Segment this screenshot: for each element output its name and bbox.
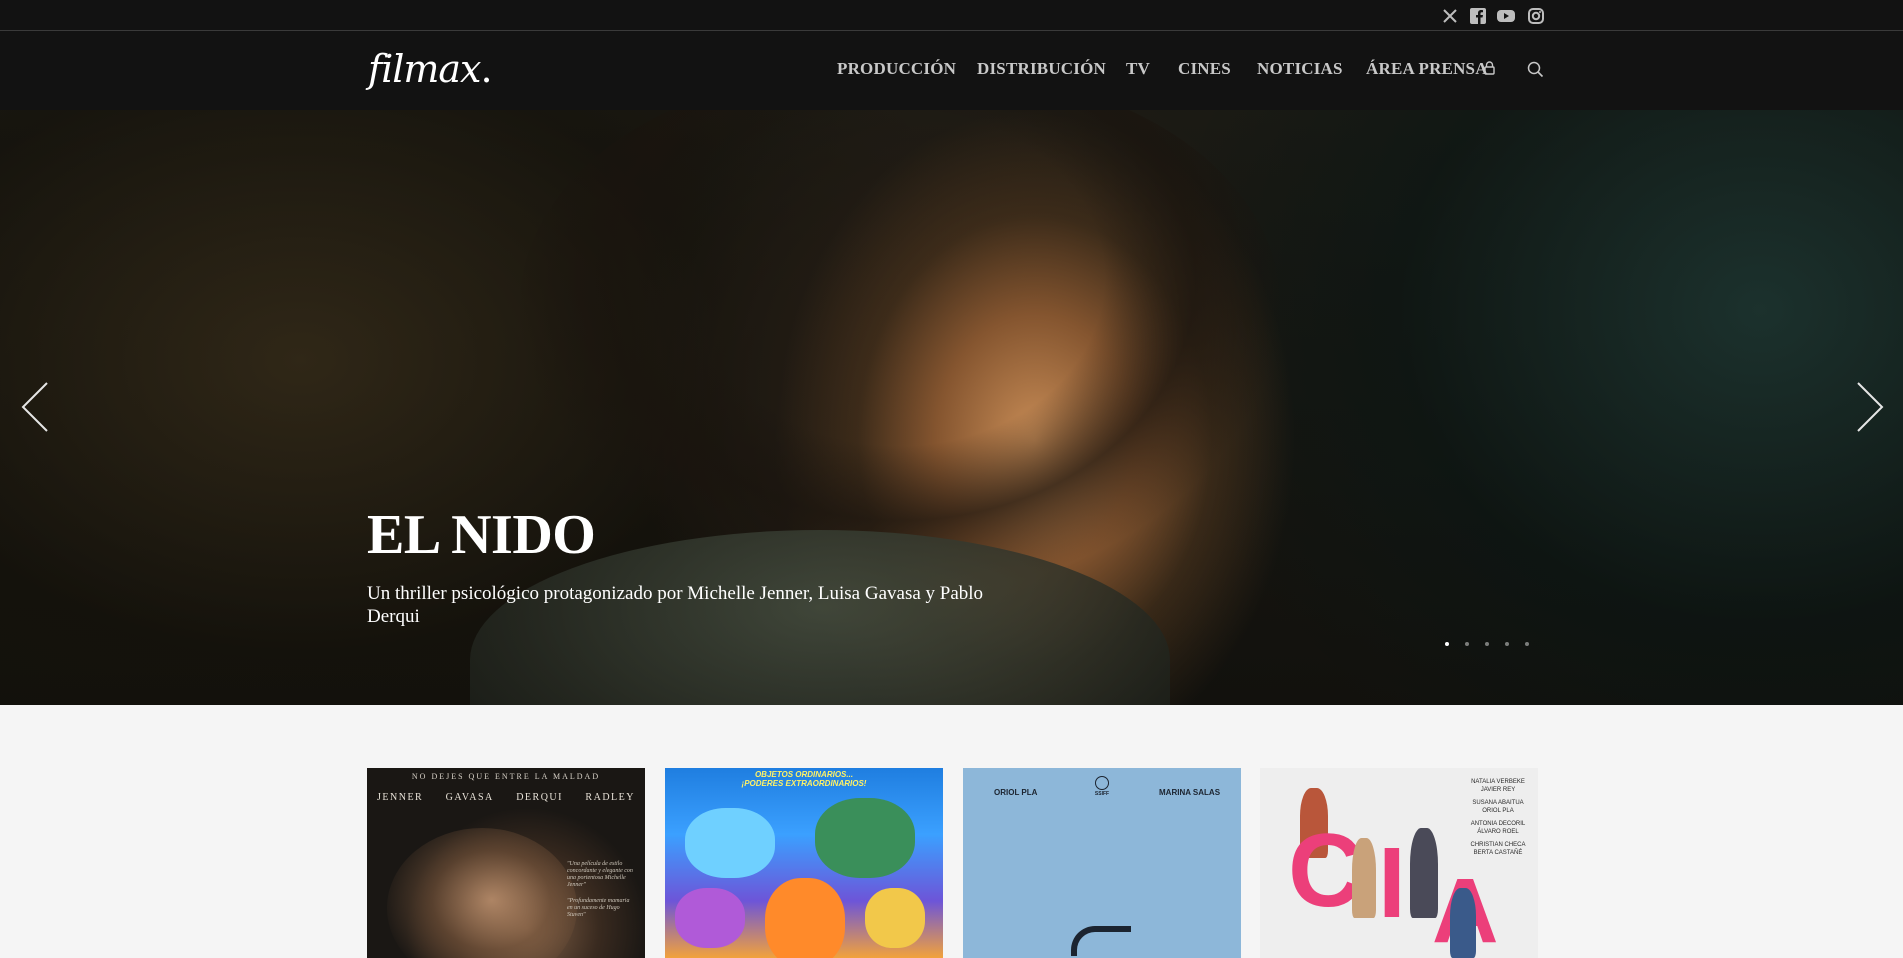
poster-cast-name: RADLEY bbox=[585, 792, 635, 803]
nav-item-tv[interactable]: TV bbox=[1126, 59, 1150, 79]
hero-subtitle: Un thriller psicológico protagonizado po… bbox=[367, 583, 984, 627]
lock-icon bbox=[1484, 61, 1495, 80]
poster-tagline: OBJETOS ORDINARIOS... ¡PODERES EXTRAORDI… bbox=[665, 770, 943, 788]
nav-item-distribucion[interactable]: DISTRIBUCIÓN bbox=[977, 59, 1106, 79]
poster-tagline: NO DEJES QUE ENTRE LA MALDAD bbox=[411, 772, 601, 781]
nav-item-noticias[interactable]: NOTICIAS bbox=[1257, 59, 1343, 79]
logo-dot: . bbox=[480, 47, 493, 91]
poster-credit-line: SUSANA ABAITUA ORIOL PLA bbox=[1472, 800, 1524, 814]
nav-item-produccion[interactable]: PRODUCCIÓN bbox=[837, 59, 956, 79]
poster-character bbox=[685, 808, 775, 878]
poster-tagline-line: ¡PODERES EXTRAORDINARIOS! bbox=[741, 779, 867, 788]
slider-dot-5[interactable] bbox=[1523, 640, 1531, 648]
poster-actor-name: ORIOL PLA bbox=[994, 788, 1038, 797]
poster-card-animation[interactable]: OBJETOS ORDINARIOS... ¡PODERES EXTRAORDI… bbox=[665, 768, 943, 958]
search-icon[interactable] bbox=[1527, 61, 1544, 83]
poster-credit-line: NATALIA VERBEKE JAVIER REY bbox=[1471, 779, 1525, 793]
slider-dot-4[interactable] bbox=[1503, 640, 1511, 648]
x-twitter-icon[interactable] bbox=[1440, 6, 1459, 25]
hero-title: EL NIDO bbox=[367, 504, 596, 566]
slider-dot-mark bbox=[1525, 642, 1529, 646]
poster-title-letter: I bbox=[1378, 827, 1406, 939]
main-nav: filmax. PRODUCCIÓN DISTRIBUCIÓN TV CINES… bbox=[0, 31, 1903, 110]
slider-dot-1[interactable] bbox=[1443, 640, 1451, 648]
poster-card-el-nido[interactable]: NO DEJES QUE ENTRE LA MALDAD JENNER GAVA… bbox=[367, 768, 645, 958]
instagram-icon[interactable] bbox=[1526, 6, 1545, 25]
hero-slider: EL NIDO Un thriller psicológico protagon… bbox=[0, 110, 1903, 705]
slider-dot-2[interactable] bbox=[1463, 640, 1471, 648]
poster-credit-line: CHRISTIAN CHECA BERTA CASTAÑÉ bbox=[1470, 842, 1526, 856]
poster-quote: "Una película de estilo concordante y el… bbox=[567, 861, 633, 888]
poster-tagline-line: OBJETOS ORDINARIOS... bbox=[754, 770, 854, 779]
slider-dot-mark bbox=[1485, 642, 1489, 646]
poster-cast-name: DERQUI bbox=[516, 792, 563, 803]
slider-dot-3[interactable] bbox=[1483, 640, 1491, 648]
slider-dot-mark bbox=[1505, 642, 1509, 646]
festival-badge: SSIFF bbox=[1090, 776, 1114, 800]
social-bar bbox=[0, 0, 1903, 31]
poster-credits: NATALIA VERBEKE JAVIER REY SUSANA ABAITU… bbox=[1468, 778, 1528, 862]
hero-image-hair bbox=[520, 110, 1280, 590]
poster-person bbox=[1352, 838, 1376, 918]
poster-cast-name: JENNER bbox=[377, 792, 424, 803]
slider-dot-mark bbox=[1445, 642, 1449, 646]
poster-quote: "Profundamente mamaria en un suceso de H… bbox=[567, 898, 630, 918]
logo-text: filmax bbox=[368, 47, 481, 91]
youtube-icon[interactable] bbox=[1496, 6, 1515, 25]
poster-cast: JENNER GAVASA DERQUI RADLEY bbox=[377, 792, 635, 803]
festival-badge-text: SSIFF bbox=[1094, 791, 1110, 797]
filmax-logo[interactable]: filmax. bbox=[368, 36, 493, 102]
poster-character bbox=[675, 888, 745, 948]
poster-character bbox=[815, 798, 915, 878]
festival-badge-icon bbox=[1095, 776, 1109, 790]
poster-card-blue[interactable]: ORIOL PLA MARINA SALAS SSIFF bbox=[963, 768, 1241, 958]
slider-dot-mark bbox=[1465, 642, 1469, 646]
facebook-icon[interactable] bbox=[1468, 6, 1487, 25]
chevron-left-icon[interactable] bbox=[17, 380, 53, 434]
poster-face-image bbox=[387, 828, 577, 958]
nav-item-cines[interactable]: CINES bbox=[1178, 59, 1231, 79]
poster-card-cia[interactable]: NATALIA VERBEKE JAVIER REY SUSANA ABAITU… bbox=[1260, 768, 1538, 958]
slider-dots bbox=[1443, 640, 1531, 648]
poster-title-graphic bbox=[1071, 926, 1131, 956]
nav-item-area-prensa[interactable]: ÁREA PRENSA bbox=[1366, 59, 1488, 79]
poster-character bbox=[765, 878, 845, 958]
poster-character bbox=[865, 888, 925, 948]
poster-cast-name: GAVASA bbox=[445, 792, 494, 803]
poster-actor-name: MARINA SALAS bbox=[1159, 788, 1221, 797]
poster-credit-line: ANTONIA DECORIL ÁLVARO ROEL bbox=[1470, 821, 1526, 835]
chevron-right-icon[interactable] bbox=[1852, 380, 1888, 434]
